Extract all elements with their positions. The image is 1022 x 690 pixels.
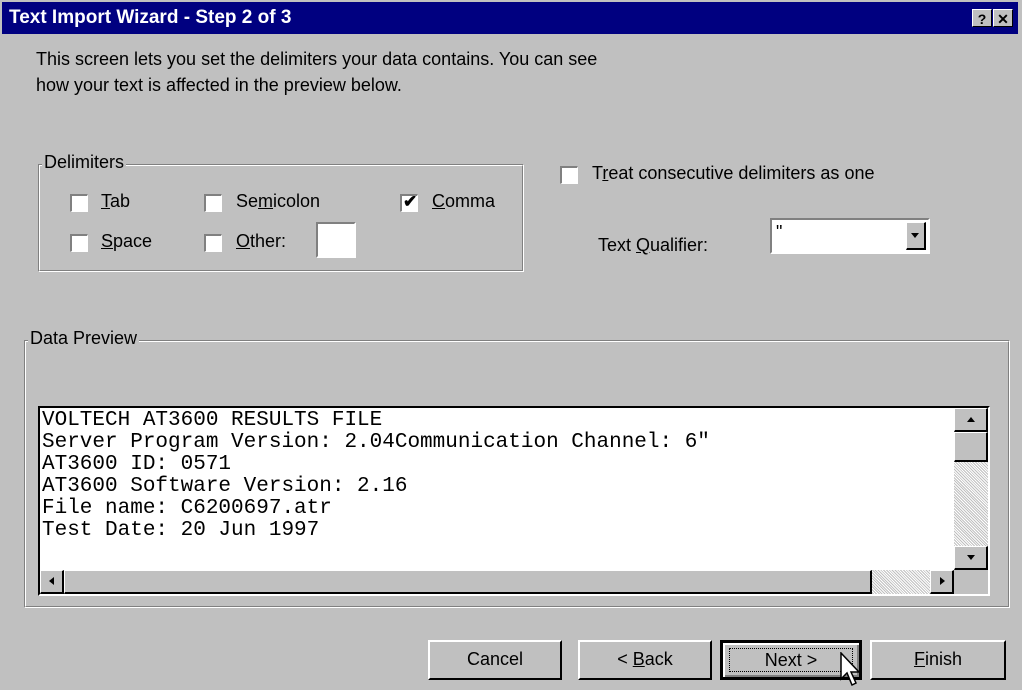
preview-line: Server Program Version: 2.04Communicatio… (42, 431, 710, 454)
text-qualifier-value: " (776, 222, 783, 242)
treat-consecutive-checkbox[interactable] (560, 166, 578, 184)
delimiters-legend: Delimiters (42, 152, 127, 173)
comma-checkbox[interactable]: ✔ (400, 192, 418, 212)
preview-line: AT3600 Software Version: 2.16 (42, 475, 408, 498)
data-preview-pane[interactable]: VOLTECH AT3600 RESULTS FILE Server Progra… (38, 406, 990, 596)
horizontal-scroll-thumb[interactable] (64, 570, 872, 594)
semicolon-checkbox[interactable] (204, 194, 222, 212)
title-bar[interactable]: Text Import Wizard - Step 2 of 3 ? ✕ (2, 2, 1018, 34)
scroll-right-button[interactable] (930, 570, 954, 594)
intro-line-2: how your text is affected in the preview… (36, 75, 402, 95)
dropdown-button[interactable] (906, 222, 926, 250)
other-label[interactable]: Other: (236, 231, 286, 252)
semicolon-label[interactable]: Semicolon (236, 191, 320, 212)
mouse-pointer-icon (840, 652, 861, 687)
arrow-right-icon (939, 577, 945, 585)
preview-line: VOLTECH AT3600 RESULTS FILE (42, 410, 383, 432)
text-qualifier-label: Text Qualifier: (598, 235, 709, 255)
arrow-left-icon (48, 577, 54, 585)
other-checkbox[interactable] (204, 234, 222, 252)
scroll-up-button[interactable] (954, 408, 988, 432)
text-qualifier-combobox[interactable]: " (770, 218, 930, 254)
check-icon: ✔ (403, 192, 418, 211)
delimiters-groupbox (38, 164, 524, 272)
space-label[interactable]: Space (101, 231, 152, 252)
back-button[interactable]: < Back (578, 640, 712, 680)
space-checkbox[interactable] (70, 234, 88, 252)
scroll-down-button[interactable] (954, 546, 988, 570)
vertical-scroll-thumb[interactable] (954, 432, 988, 462)
data-preview-text: VOLTECH AT3600 RESULTS FILE Server Progra… (42, 410, 950, 570)
cancel-button[interactable]: Cancel (428, 640, 562, 680)
finish-button[interactable]: Finish (870, 640, 1006, 680)
arrow-down-icon (911, 233, 919, 238)
scroll-left-button[interactable] (40, 570, 64, 594)
preview-line: AT3600 ID: 0571 (42, 453, 232, 476)
text-import-wizard-dialog: Text Import Wizard - Step 2 of 3 ? ✕ Thi… (0, 0, 1022, 690)
window-title: Text Import Wizard - Step 2 of 3 (9, 7, 292, 28)
tab-label[interactable]: Tab (101, 191, 130, 212)
intro-line-1: This screen lets you set the delimiters … (36, 49, 598, 69)
arrow-up-icon (966, 417, 975, 422)
preview-line: Test Date: 20 Jun 1997 (42, 519, 320, 542)
data-preview-legend: Data Preview (28, 328, 140, 349)
treat-consecutive-label[interactable]: Treat consecutive delimiters as one (592, 163, 874, 184)
intro-text: This screen lets you set the delimiters … (36, 46, 597, 98)
comma-label[interactable]: Comma (432, 191, 495, 212)
other-delimiter-input[interactable] (316, 222, 356, 258)
close-button[interactable]: ✕ (993, 9, 1013, 27)
preview-line: File name: C6200697.atr (42, 497, 332, 520)
tab-checkbox[interactable] (70, 194, 88, 212)
scroll-corner (954, 570, 988, 594)
arrow-down-icon (966, 555, 975, 560)
help-button[interactable]: ? (972, 9, 992, 27)
